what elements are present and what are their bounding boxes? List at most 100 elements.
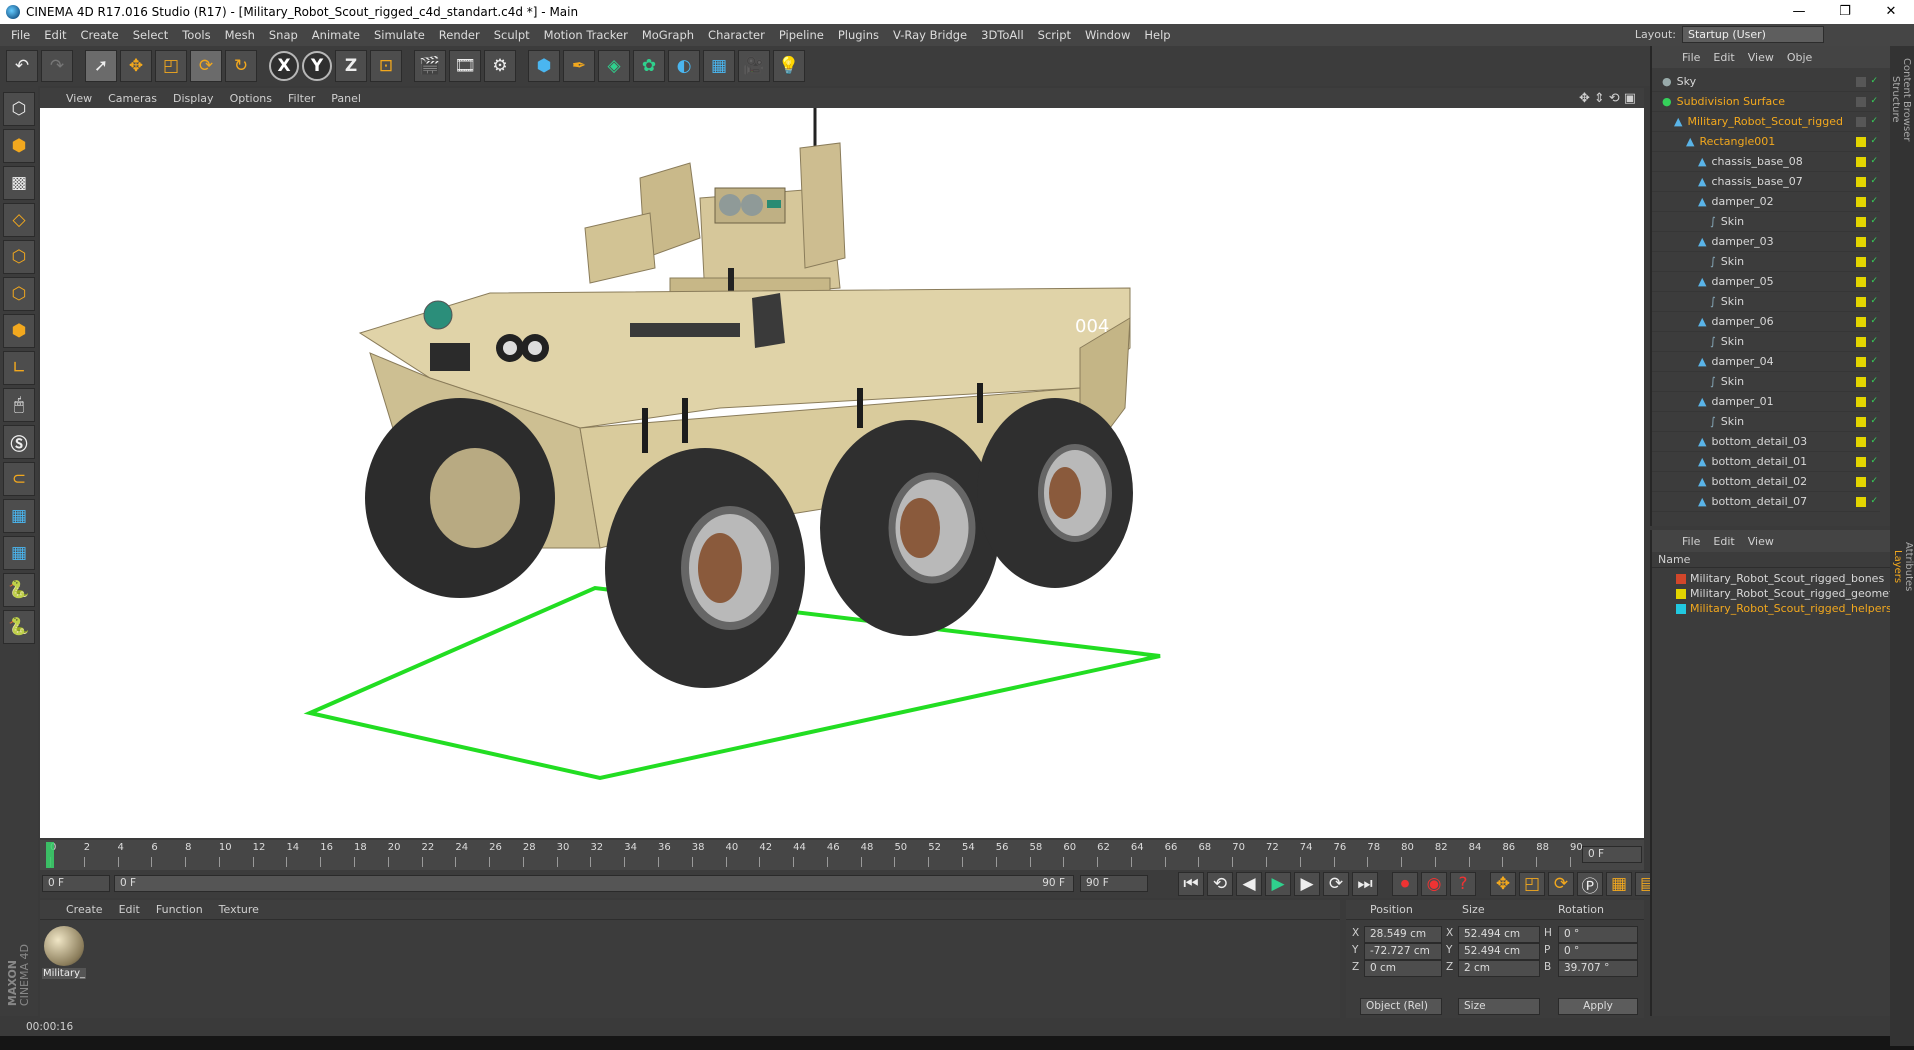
lock-workplane-icon[interactable]: ▦ (3, 499, 35, 533)
rotation-field[interactable]: 0 ° (1558, 943, 1638, 960)
key-rotation-icon[interactable]: ⟳ (1548, 872, 1574, 896)
material-menu-edit[interactable]: Edit (119, 903, 140, 916)
position-field[interactable]: -72.727 cm (1364, 943, 1442, 960)
material-menu-create[interactable]: Create (66, 903, 103, 916)
side-tab-layers[interactable]: Layers (1892, 536, 1903, 597)
texture-mode-icon[interactable]: ▩ (3, 166, 35, 200)
layer-color-tag[interactable] (1856, 297, 1866, 307)
python-icon[interactable]: 🐍 (3, 573, 35, 607)
layer-color-tag[interactable] (1856, 77, 1866, 87)
enabled-check-icon[interactable]: ✓ (1870, 416, 1878, 426)
menu-motion-tracker[interactable]: Motion Tracker (537, 28, 635, 42)
planar-workplane-icon[interactable]: ▦ (3, 536, 35, 570)
layer-color-tag[interactable] (1856, 197, 1866, 207)
enabled-check-icon[interactable]: ✓ (1870, 256, 1878, 266)
object-row[interactable]: ∫ Skin ✓ (1652, 292, 1880, 312)
layer-color-tag[interactable] (1856, 357, 1866, 367)
edges-mode-icon[interactable]: ⬡ (3, 277, 35, 311)
viewport-menu-cameras[interactable]: Cameras (108, 92, 157, 105)
end-frame-field[interactable]: 90 F (1080, 875, 1148, 892)
layer-color-tag[interactable] (1856, 117, 1866, 127)
layer-color-tag[interactable] (1856, 477, 1866, 487)
object-row[interactable]: ● Subdivision Surface ✓ (1652, 92, 1880, 112)
points-mode-icon[interactable]: ⬡ (3, 240, 35, 274)
layer-menu-file[interactable]: File (1682, 535, 1700, 548)
position-field[interactable]: 28.549 cm (1364, 926, 1442, 943)
next-key-icon[interactable]: ⟳ (1323, 872, 1349, 896)
scale-icon[interactable]: ◰ (155, 50, 187, 82)
record-icon[interactable]: ⏺ (1392, 872, 1418, 896)
material-thumbnail[interactable]: Military_ (42, 924, 86, 982)
layer-row[interactable]: Military_Robot_Scout_rigged_bones (1652, 571, 1890, 586)
layer-color-tag[interactable] (1856, 397, 1866, 407)
key-pla-icon[interactable]: ▦ (1606, 872, 1632, 896)
key-parameter-icon[interactable]: Ⓟ (1577, 872, 1603, 897)
enabled-check-icon[interactable]: ✓ (1870, 216, 1878, 226)
object-row[interactable]: ▲ chassis_base_07 ✓ (1652, 172, 1880, 192)
enabled-check-icon[interactable]: ✓ (1870, 376, 1878, 386)
menu-3dtoall[interactable]: 3DToAll (974, 28, 1031, 42)
object-row[interactable]: ▲ damper_05 ✓ (1652, 272, 1880, 292)
polygons-mode-icon[interactable]: ⬢ (3, 314, 35, 348)
viewport-menu-options[interactable]: Options (230, 92, 272, 105)
object-menu-edit[interactable]: Edit (1713, 51, 1734, 64)
menu-mograph[interactable]: MoGraph (635, 28, 701, 42)
layer-color-tag[interactable] (1856, 437, 1866, 447)
timeline-ruler[interactable]: 0246810121416182022242628303234363840424… (40, 840, 1644, 870)
maximize-button[interactable]: ❐ (1822, 0, 1868, 24)
layer-color-tag[interactable] (1856, 417, 1866, 427)
enabled-check-icon[interactable]: ✓ (1870, 176, 1878, 186)
object-row[interactable]: ▲ chassis_base_08 ✓ (1652, 152, 1880, 172)
orbit-icon[interactable]: ⟲ (1609, 91, 1620, 106)
object-row[interactable]: ▲ damper_02 ✓ (1652, 192, 1880, 212)
viewport-menu-filter[interactable]: Filter (288, 92, 315, 105)
coordinate-system-icon[interactable]: ⊡ (370, 50, 402, 82)
layer-color-tag[interactable] (1856, 217, 1866, 227)
layer-menu-view[interactable]: View (1748, 535, 1774, 548)
magnet-icon[interactable]: ⊂ (3, 462, 35, 496)
pen-spline-icon[interactable]: ✒ (563, 50, 595, 82)
rotate-icon[interactable]: ⟳ (190, 50, 222, 82)
object-row[interactable]: ∫ Skin ✓ (1652, 412, 1880, 432)
menu-pipeline[interactable]: Pipeline (772, 28, 831, 42)
pan-icon[interactable]: ✥ (1579, 91, 1590, 106)
python-alt-icon[interactable]: 🐍 (3, 610, 35, 644)
enabled-check-icon[interactable]: ✓ (1870, 196, 1878, 206)
menu-mesh[interactable]: Mesh (218, 28, 262, 42)
object-row[interactable]: ▲ damper_01 ✓ (1652, 392, 1880, 412)
enabled-check-icon[interactable]: ✓ (1870, 476, 1878, 486)
object-row[interactable]: ▲ damper_03 ✓ (1652, 232, 1880, 252)
menu-render[interactable]: Render (432, 28, 487, 42)
enabled-check-icon[interactable]: ✓ (1870, 436, 1878, 446)
object-row[interactable]: ▲ bottom_detail_02 ✓ (1652, 472, 1880, 492)
enabled-check-icon[interactable]: ✓ (1870, 356, 1878, 366)
object-row[interactable]: ● Sky ✓ (1652, 72, 1880, 92)
model-mode-icon[interactable]: ⬢ (3, 129, 35, 163)
layer-color-tag[interactable] (1856, 137, 1866, 147)
3d-viewport[interactable]: 004 (40, 108, 1644, 838)
object-row[interactable]: ▲ Military_Robot_Scout_rigged ✓ (1652, 112, 1880, 132)
material-menu-texture[interactable]: Texture (219, 903, 259, 916)
layer-color-tag[interactable] (1856, 497, 1866, 507)
light-icon[interactable]: 💡 (773, 50, 805, 82)
object-row[interactable]: ▲ Rectangle001 ✓ (1652, 132, 1880, 152)
menu-animate[interactable]: Animate (305, 28, 367, 42)
render-view-icon[interactable]: 🎬 (414, 50, 446, 82)
frame-range-slider[interactable]: 0 F 90 F (114, 875, 1074, 892)
snap-s-icon[interactable]: Ⓢ (3, 425, 35, 459)
menu-edit[interactable]: Edit (37, 28, 73, 42)
undo-icon[interactable]: ↶ (6, 50, 38, 82)
render-picture-viewer-icon[interactable]: 🎞 (449, 50, 481, 82)
enabled-check-icon[interactable]: ✓ (1870, 116, 1878, 126)
redo-icon[interactable]: ↷ (41, 50, 73, 82)
enabled-check-icon[interactable]: ✓ (1870, 156, 1878, 166)
array-icon[interactable]: ✿ (633, 50, 665, 82)
subdivision-icon[interactable]: ◈ (598, 50, 630, 82)
go-to-start-icon[interactable]: ⏮ (1178, 872, 1204, 896)
menu-window[interactable]: Window (1078, 28, 1137, 42)
object-row[interactable]: ∫ Skin ✓ (1652, 372, 1880, 392)
material-menu-function[interactable]: Function (156, 903, 203, 916)
object-row[interactable]: ∫ Skin ✓ (1652, 212, 1880, 232)
menu-help[interactable]: Help (1137, 28, 1177, 42)
viewport-menu-view[interactable]: View (66, 92, 92, 105)
